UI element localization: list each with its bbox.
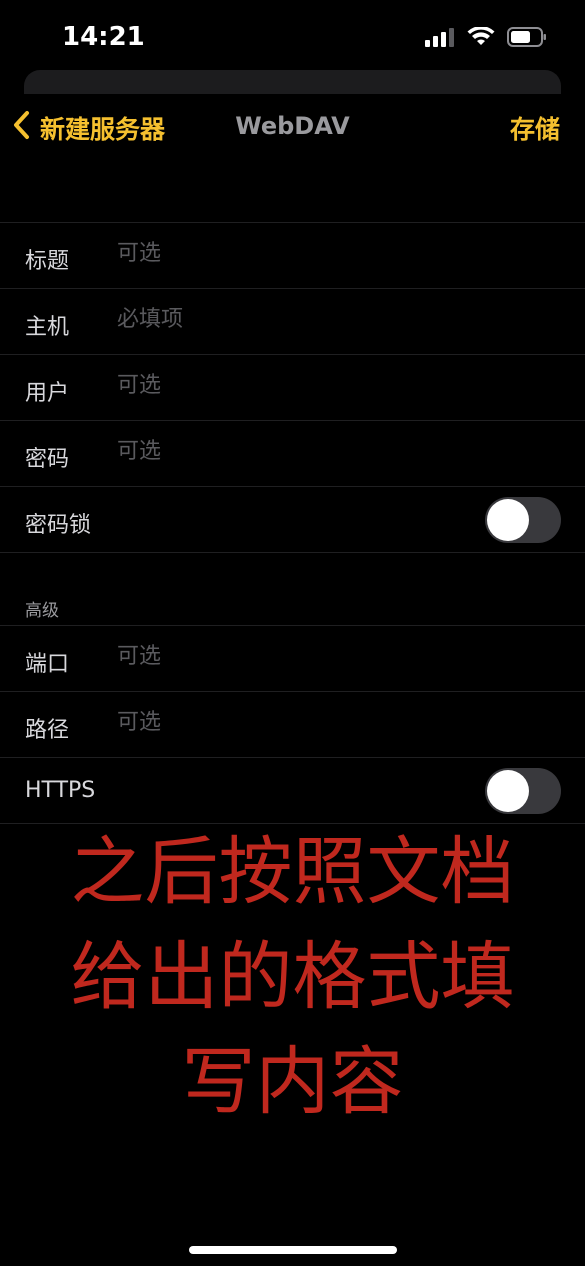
- host-label: 主机: [25, 315, 70, 340]
- server-fields-group: 标题 主机 用户 密码 密码锁: [0, 222, 585, 553]
- cellular-signal-icon: [425, 27, 455, 51]
- advanced-section-header: 高级: [25, 601, 59, 621]
- https-toggle[interactable]: [485, 768, 561, 814]
- password-lock-toggle[interactable]: [485, 497, 561, 543]
- password-label: 密码: [25, 447, 70, 472]
- host-input[interactable]: [117, 307, 547, 332]
- user-label: 用户: [25, 381, 70, 406]
- annotation-line: 写内容: [181, 1039, 404, 1125]
- field-row-user: 用户: [0, 355, 585, 421]
- sheet-lip: [24, 70, 561, 94]
- field-row-title: 标题: [0, 223, 585, 289]
- port-label: 端口: [25, 652, 70, 677]
- annotation-line: 给出的格式填: [70, 934, 515, 1020]
- status-icons: [425, 26, 547, 51]
- home-indicator[interactable]: [189, 1246, 397, 1254]
- password-lock-label: 密码锁: [25, 513, 92, 538]
- field-row-host: 主机: [0, 289, 585, 355]
- path-label: 路径: [25, 718, 70, 743]
- password-input[interactable]: [117, 439, 547, 464]
- navigation-bar: 新建服务器 WebDAV 存储: [0, 94, 585, 164]
- field-row-port: 端口: [0, 626, 585, 692]
- field-row-path: 路径: [0, 692, 585, 758]
- path-input[interactable]: [117, 710, 547, 735]
- field-row-password: 密码: [0, 421, 585, 487]
- save-button[interactable]: 存储: [510, 110, 560, 146]
- annotation-line: 之后按照文档: [70, 829, 515, 915]
- annotation-overlay: 之后按照文档 给出的格式填 写内容: [40, 820, 545, 1135]
- status-bar: 14:21: [0, 0, 585, 70]
- https-label: HTTPS: [25, 778, 96, 803]
- advanced-fields-group: 端口 路径 HTTPS: [0, 625, 585, 824]
- title-input[interactable]: [117, 241, 547, 266]
- user-input[interactable]: [117, 373, 547, 398]
- field-row-https: HTTPS: [0, 758, 585, 824]
- title-label: 标题: [25, 249, 70, 274]
- port-input[interactable]: [117, 644, 547, 669]
- page-title: WebDAV: [235, 112, 350, 140]
- toggle-knob: [487, 770, 529, 812]
- status-time: 14:21: [62, 22, 145, 52]
- wifi-icon: [467, 26, 495, 51]
- field-row-password-lock: 密码锁: [0, 487, 585, 553]
- toggle-knob: [487, 499, 529, 541]
- battery-icon: [507, 27, 547, 51]
